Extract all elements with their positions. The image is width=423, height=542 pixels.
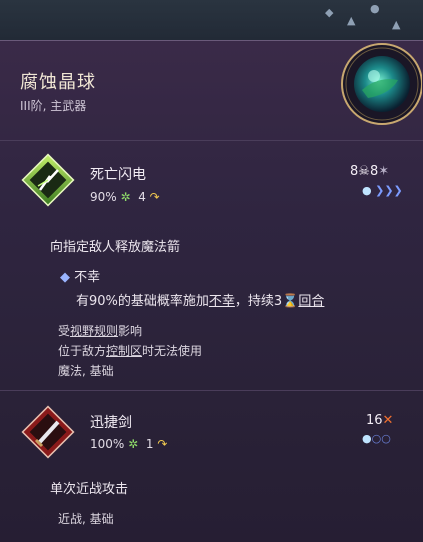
skill-2-chance: 100% [90, 437, 125, 451]
energy-icon: ✶ [378, 164, 390, 179]
skill-2-cost-value: 16 [366, 413, 383, 428]
skill-1-name: 死亡闪电 [90, 167, 146, 183]
sparkle-icon: ▲ [392, 18, 401, 31]
pip-filled-icon: ● [362, 432, 372, 445]
death-lightning-skill-icon[interactable] [20, 152, 76, 208]
note-2-pre: 位于敌方 [58, 344, 107, 358]
item-orb-icon [341, 43, 422, 125]
skill-2-description: 单次近战攻击 [50, 482, 129, 497]
item-subtitle: III阶, 主武器 [20, 99, 87, 113]
action-point-icon: ↷ [149, 190, 160, 204]
divider [0, 140, 423, 141]
pip-empty-icon: ○○ [371, 432, 391, 445]
status-text-mid: ，持续3 [234, 294, 283, 309]
accuracy-icon: ✲ [120, 190, 131, 204]
skill-1-description: 向指定敌人释放魔法箭 [50, 240, 181, 255]
action-point-icon: ↷ [157, 437, 168, 451]
skill-1-stats: 90% ✲ 4 ↷ [90, 190, 160, 204]
vision-rule-link[interactable]: 视野规则 [70, 324, 118, 338]
status-text-pre: 有90%的基础概率施加 [76, 294, 209, 309]
accuracy-icon: ✲ [128, 437, 139, 451]
top-band: ◆ ▲ ● ▲ [0, 0, 423, 40]
note-zone: 位于敌方控制区时无法使用 [58, 342, 202, 359]
status-duration-link[interactable]: 回合 [298, 294, 324, 309]
skill-2-name: 迅捷剑 [90, 415, 132, 431]
skill-1-cost: 8☠8✶ [350, 164, 389, 179]
skill-2-tags: 近战, 基础 [58, 512, 114, 526]
control-zone-link[interactable]: 控制区 [106, 344, 142, 358]
sparkle-icon: ▲ [347, 14, 356, 27]
note-2-post: 时无法使用 [142, 344, 203, 358]
crossed-swords-icon: ✕ [382, 413, 394, 428]
skill-2-ap: 1 [145, 437, 154, 451]
pip-filled-icon: ● [362, 184, 372, 197]
divider [0, 390, 423, 391]
note-1-post: 影响 [118, 324, 143, 338]
skull-icon: ☠ [358, 164, 370, 179]
sparkle-icon: ◆ [325, 6, 334, 19]
status-name: 不幸 [74, 270, 101, 285]
skill-2-cost: 16✕ [366, 413, 393, 428]
skill-2-pips: ●○○ [362, 432, 391, 445]
hourglass-icon: ⌛ [282, 294, 299, 309]
status-header: ◆ 不幸 [60, 266, 100, 285]
skill-1-pips: ● ❯❯❯ [362, 184, 403, 197]
note-1-pre: 受 [58, 324, 71, 338]
skill-1-ap: 4 [138, 190, 146, 204]
note-vision: 受视野规则影响 [58, 322, 142, 339]
status-link[interactable]: 不幸 [209, 294, 235, 309]
item-title: 腐蚀晶球 [20, 72, 96, 93]
bullet-icon: ◆ [60, 270, 70, 285]
swift-sword-skill-icon[interactable] [20, 404, 76, 460]
pip-range-icon: ❯❯❯ [375, 184, 403, 197]
status-description: 有90%的基础概率施加不幸，持续3⌛回合 [76, 290, 324, 309]
skill-1-cost-value-2: 8 [369, 164, 379, 179]
skill-1-chance: 90% [90, 190, 117, 204]
sparkle-icon: ● [370, 2, 380, 15]
skill-1-tags: 魔法, 基础 [58, 364, 114, 378]
skill-2-stats: 100% ✲ 1 ↷ [90, 437, 167, 451]
